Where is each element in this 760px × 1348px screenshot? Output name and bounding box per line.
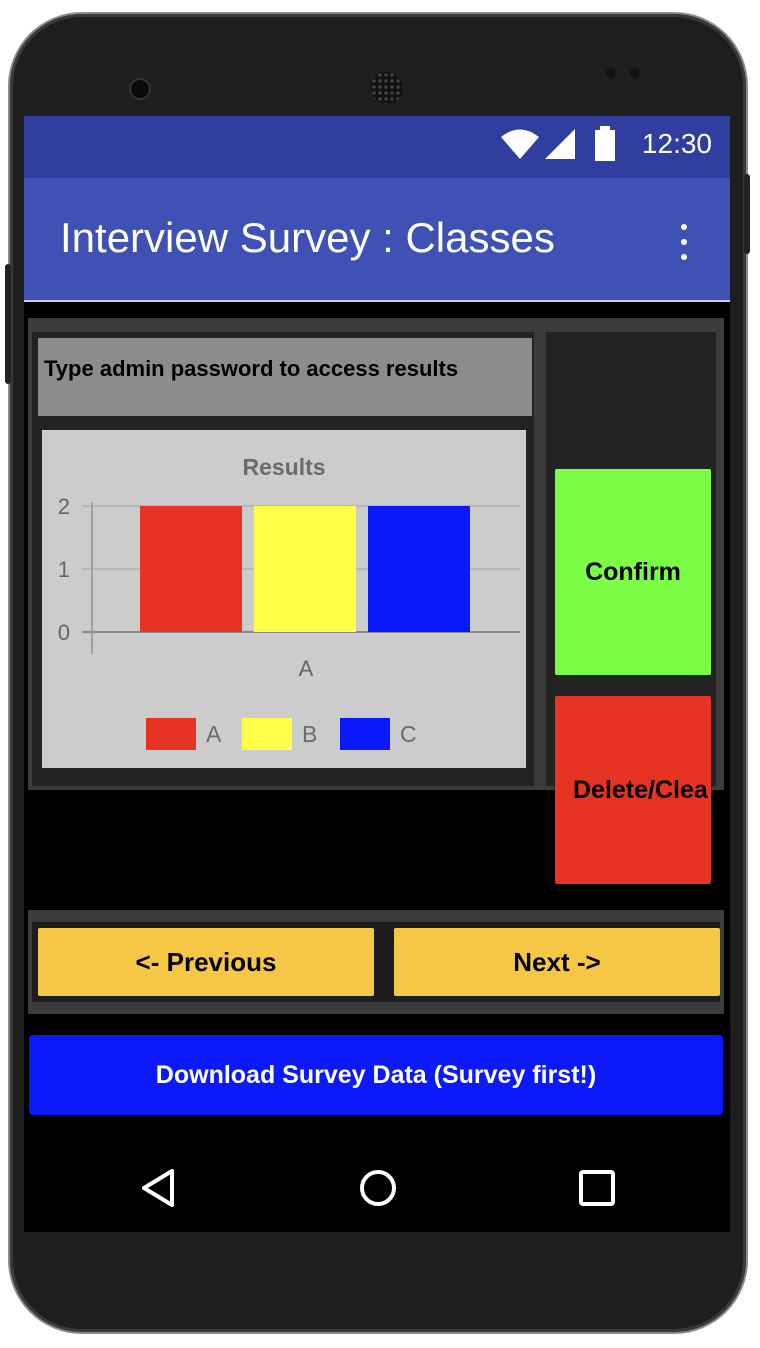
app-bar: Interview Survey : Classes	[24, 178, 730, 302]
wifi-icon	[501, 129, 539, 159]
light-sensor	[630, 68, 640, 78]
delete-clear-button[interactable]: Delete/Clea	[555, 696, 711, 884]
previous-button[interactable]: <- Previous	[38, 928, 374, 996]
status-bar: 12:30	[24, 116, 730, 178]
next-button[interactable]: Next ->	[394, 928, 720, 996]
confirm-button[interactable]: Confirm	[555, 469, 711, 675]
volume-button	[5, 264, 11, 384]
power-button	[744, 174, 750, 254]
back-icon[interactable]	[140, 1168, 176, 1208]
earpiece-speaker	[371, 72, 403, 104]
signal-icon	[545, 129, 575, 159]
status-time: 12:30	[641, 128, 712, 159]
system-nav-bar	[24, 1132, 730, 1232]
download-survey-button[interactable]: Download Survey Data (Survey first!)	[29, 1035, 723, 1115]
more-vert-icon[interactable]	[672, 220, 696, 264]
front-camera	[131, 80, 149, 98]
battery-icon	[595, 126, 615, 161]
recents-icon[interactable]	[578, 1169, 616, 1207]
button-layer: Confirm Delete/Clea <- Previous Next -> …	[24, 302, 730, 1132]
home-icon[interactable]	[358, 1168, 398, 1208]
app-title: Interview Survey : Classes	[60, 214, 555, 261]
proximity-sensor	[606, 68, 616, 78]
